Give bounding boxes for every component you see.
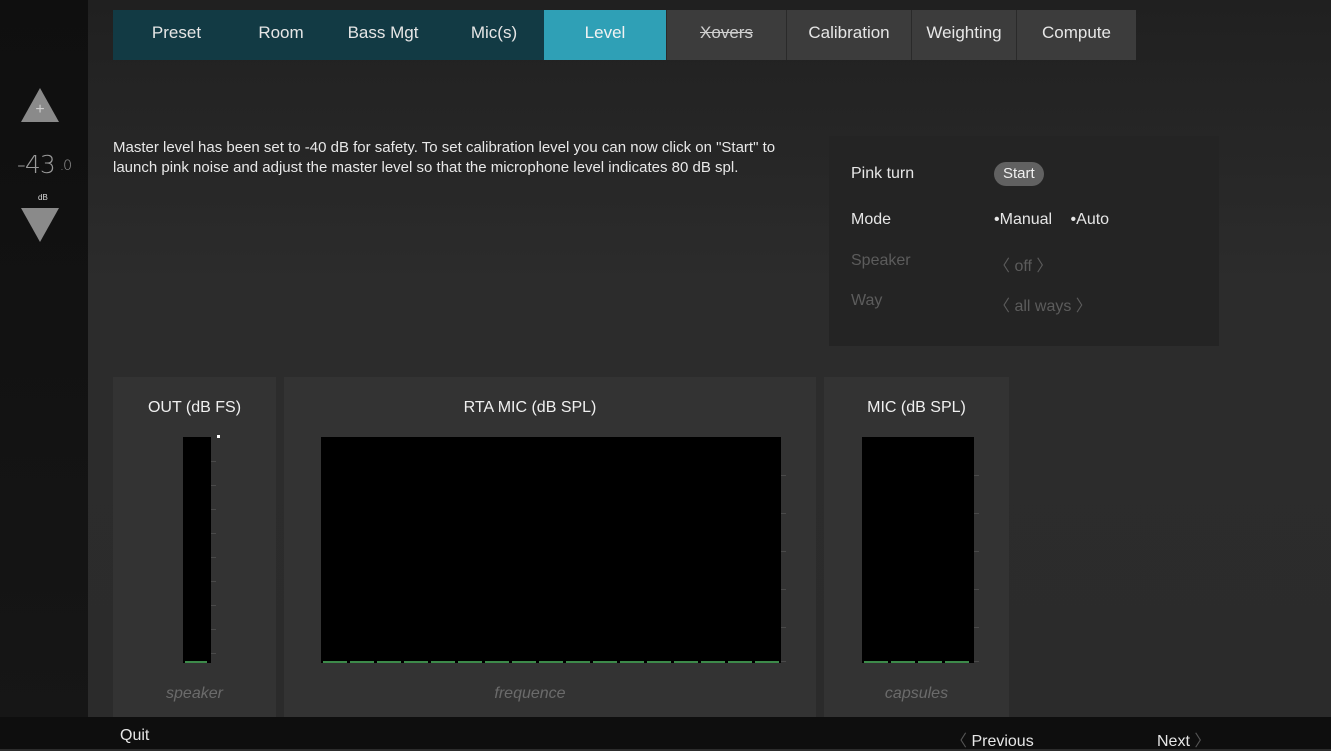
out-meter-display xyxy=(183,437,211,663)
tab-bar: Preset Room Bass Mgt Mic(s) Level Xovers… xyxy=(113,10,1136,60)
plus-icon: + xyxy=(35,101,45,118)
volume-unit: dB xyxy=(38,193,48,202)
next-button[interactable]: Next 〉 xyxy=(1157,727,1210,751)
volume-down-arrow-icon[interactable] xyxy=(21,208,59,242)
mode-label: Mode xyxy=(851,211,892,228)
mode-auto-radio[interactable]: •Auto xyxy=(1071,211,1110,228)
rta-meter-panel: RTA MIC (dB SPL) frequence xyxy=(284,377,816,717)
speaker-selector[interactable]: 〈 off 〉 xyxy=(994,252,1052,276)
instruction-text: Master level has been set to -40 dB for … xyxy=(113,139,776,176)
way-label: Way xyxy=(851,292,883,309)
mic-meter-title: MIC (dB SPL) xyxy=(867,399,966,416)
start-button-wrap: Start xyxy=(994,162,1044,186)
tab-level[interactable]: Level xyxy=(544,10,666,60)
mic-meter-footer: capsules xyxy=(884,685,949,702)
bottom-bar: Quit 〈 Previous Next 〉 xyxy=(0,717,1331,751)
mode-options: •Manual •Auto xyxy=(994,211,1109,229)
pink-noise-settings-panel: Pink turn Start Mode •Manual •Auto Speak… xyxy=(829,136,1219,346)
mic-capsule-floor xyxy=(945,661,969,663)
previous-button[interactable]: 〈 Previous xyxy=(951,727,1034,751)
mic-capsule-floor xyxy=(891,661,915,663)
tab-compute[interactable]: Compute xyxy=(1016,10,1136,60)
rta-display xyxy=(321,437,781,663)
chevron-left-icon: 〈 xyxy=(951,733,972,750)
way-selector[interactable]: 〈 all ways 〉 xyxy=(994,292,1092,316)
quit-button[interactable]: Quit xyxy=(120,727,149,745)
tab-bass-mgt[interactable]: Bass Mgt xyxy=(322,10,444,60)
out-meter-panel: OUT (dB FS) speaker xyxy=(113,377,276,717)
tab-xovers[interactable]: Xovers xyxy=(666,10,786,60)
master-volume-readout: -43.0 xyxy=(16,150,72,179)
mic-meter-display xyxy=(862,437,974,663)
rta-footer: frequence xyxy=(494,685,566,702)
out-meter-floor xyxy=(185,661,207,663)
tab-calibration[interactable]: Calibration xyxy=(786,10,911,60)
out-meter-peak-dot xyxy=(217,435,220,438)
tab-weighting[interactable]: Weighting xyxy=(911,10,1016,60)
mic-meter-panel: MIC (dB SPL) capsules xyxy=(824,377,1009,717)
mic-capsule-floor xyxy=(864,661,888,663)
volume-strip: + -43.0 dB xyxy=(0,0,88,749)
speaker-label: Speaker xyxy=(851,252,911,269)
rta-meter-title: RTA MIC (dB SPL) xyxy=(463,399,597,416)
pink-turn-label: Pink turn xyxy=(851,165,915,182)
mic-capsule-floor xyxy=(918,661,942,663)
tab-room[interactable]: Room xyxy=(240,10,322,60)
chevron-right-icon: 〉 xyxy=(1189,733,1211,750)
tab-preset[interactable]: Preset xyxy=(113,10,240,60)
mode-manual-radio[interactable]: •Manual xyxy=(994,211,1052,228)
start-button[interactable]: Start xyxy=(994,162,1044,186)
tab-mics[interactable]: Mic(s) xyxy=(444,10,544,60)
